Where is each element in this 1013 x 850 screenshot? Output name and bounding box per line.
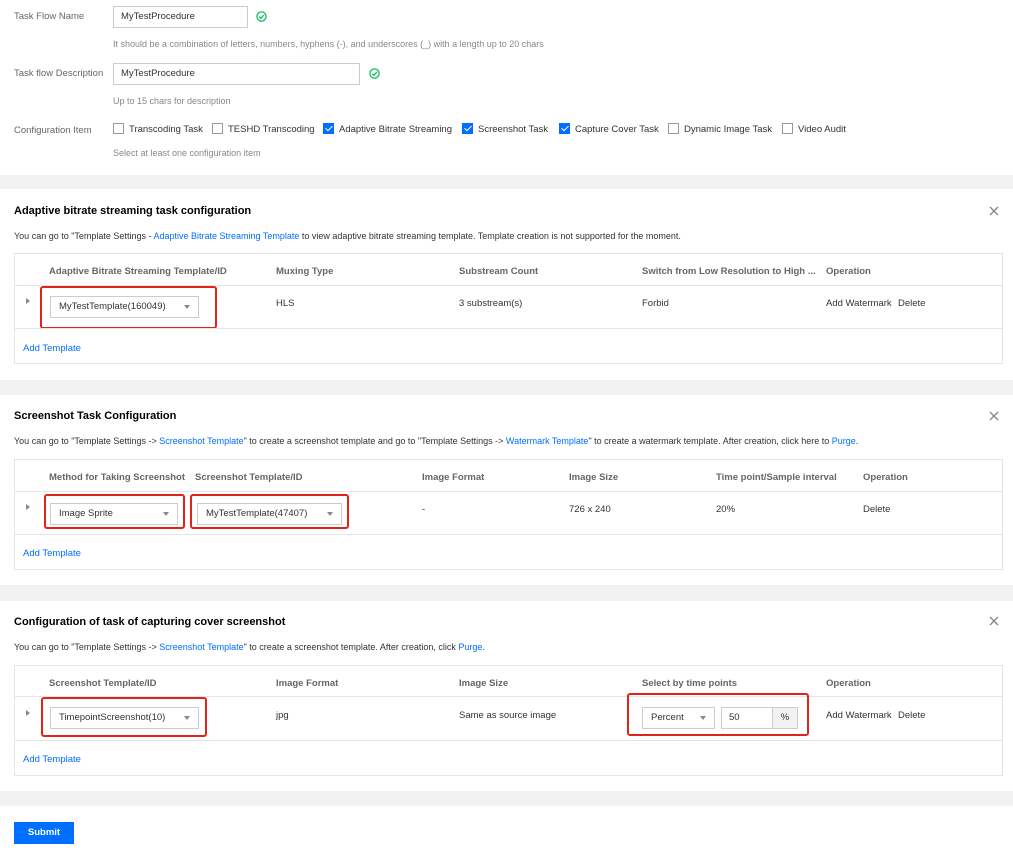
task-flow-name-label: Task Flow Name: [14, 11, 85, 22]
add-template-link[interactable]: Add Template: [23, 548, 81, 559]
delete-link[interactable]: Delete: [898, 298, 925, 309]
delete-link[interactable]: Delete: [863, 504, 890, 515]
watermark-template-link[interactable]: Watermark Template: [506, 436, 589, 446]
checkbox-box[interactable]: [113, 123, 124, 134]
purge-link[interactable]: Purge: [458, 642, 482, 652]
task-flow-name-input[interactable]: MyTestProcedure: [113, 6, 248, 28]
column-header: Switch from Low Resolution to High ...: [642, 266, 816, 277]
close-icon[interactable]: [988, 410, 1000, 422]
screenshot-template-link[interactable]: Screenshot Template: [159, 436, 243, 446]
checkbox-video-audit[interactable]: Video Audit: [782, 123, 846, 137]
image-size-value: 726 x 240: [569, 504, 611, 515]
column-header: Adaptive Bitrate Streaming Template/ID: [49, 266, 227, 277]
add-template-link[interactable]: Add Template: [23, 754, 81, 765]
checkbox-box-checked[interactable]: [559, 123, 570, 134]
column-header: Operation: [863, 472, 908, 483]
screenshot-template-link[interactable]: Screenshot Template: [159, 642, 243, 652]
checkbox-adaptive-bitrate-streaming[interactable]: Adaptive Bitrate Streaming: [323, 123, 452, 137]
adaptive-bitrate-panel: Adaptive bitrate streaming task configur…: [0, 189, 1013, 380]
checkbox-transcoding-task[interactable]: Transcoding Task: [113, 123, 203, 137]
column-header: Screenshot Template/ID: [195, 472, 303, 483]
description-label: Task flow Description: [14, 68, 104, 79]
column-header: Image Format: [422, 472, 485, 483]
abs-table: Adaptive Bitrate Streaming Template/ID M…: [14, 253, 1003, 364]
submit-button[interactable]: Submit: [14, 822, 74, 844]
add-watermark-link[interactable]: Add Watermark: [826, 710, 892, 721]
sample-interval-value: 20%: [716, 504, 736, 515]
highlight-box: [44, 494, 185, 529]
panel-description: You can go to "Template Settings -> Scre…: [14, 642, 485, 652]
column-header: Time point/Sample interval: [716, 472, 837, 483]
check-circle-icon: [369, 68, 380, 79]
description-input[interactable]: MyTestProcedure: [113, 63, 360, 85]
add-template-link[interactable]: Add Template: [23, 343, 81, 354]
check-circle-icon: [256, 11, 267, 22]
column-header: Image Size: [569, 472, 619, 483]
checkbox-box-checked[interactable]: [462, 123, 473, 134]
panel-title: Adaptive bitrate streaming task configur…: [14, 205, 252, 217]
expand-arrow-icon[interactable]: [26, 504, 30, 510]
divider: [15, 534, 1002, 535]
description-hint: Up to 15 chars for description: [113, 96, 231, 106]
checkbox-box-checked[interactable]: [323, 123, 334, 134]
muxing-type-value: HLS: [276, 298, 295, 309]
column-header: Operation: [826, 678, 871, 689]
divider: [15, 491, 1002, 492]
divider: [15, 740, 1002, 741]
panel-title: Configuration of task of capturing cover…: [14, 616, 286, 628]
image-format-value: -: [422, 504, 426, 515]
panel-description: You can go to "Template Settings -> Scre…: [14, 436, 859, 446]
column-header: Muxing Type: [276, 266, 334, 277]
config-item-hint: Select at least one configuration item: [113, 148, 261, 158]
panel-description: You can go to "Template Settings - Adapt…: [14, 231, 681, 241]
highlight-box: [627, 693, 809, 736]
checkbox-capture-cover-task[interactable]: Capture Cover Task: [559, 123, 659, 137]
highlight-box: [40, 286, 217, 329]
column-header: Screenshot Template/ID: [49, 678, 157, 689]
screenshot-panel: Screenshot Task Configuration You can go…: [0, 395, 1013, 585]
checkbox-screenshot-task[interactable]: Screenshot Task: [462, 123, 548, 137]
image-size-value: Same as source image: [459, 710, 557, 721]
column-header: Operation: [826, 266, 871, 277]
column-header: Image Size: [459, 678, 509, 689]
delete-link[interactable]: Delete: [898, 710, 925, 721]
cover-table: Screenshot Template/ID Image Format Imag…: [14, 665, 1003, 776]
footer-bar: [0, 806, 1013, 850]
image-format-value: jpg: [276, 710, 289, 721]
column-header: Select by time points: [642, 678, 738, 689]
column-header: Method for Taking Screenshot: [49, 472, 186, 483]
checkbox-box[interactable]: [212, 123, 223, 134]
substream-count-value: 3 substream(s): [459, 298, 523, 309]
expand-arrow-icon[interactable]: [26, 710, 30, 716]
purge-link[interactable]: Purge: [832, 436, 856, 446]
checkbox-teshd-transcoding[interactable]: TESHD Transcoding: [212, 123, 315, 137]
checkbox-box[interactable]: [668, 123, 679, 134]
panel-title: Screenshot Task Configuration: [14, 410, 177, 422]
checkbox-box[interactable]: [782, 123, 793, 134]
abs-template-link[interactable]: Adaptive Bitrate Streaming Template: [153, 231, 299, 241]
checkbox-dynamic-image-task[interactable]: Dynamic Image Task: [668, 123, 772, 137]
config-item-label: Configuration Item: [14, 125, 92, 136]
highlight-box: [190, 494, 349, 529]
cover-screenshot-panel: Configuration of task of capturing cover…: [0, 601, 1013, 791]
divider: [15, 328, 1002, 329]
close-icon[interactable]: [988, 615, 1000, 627]
add-watermark-link[interactable]: Add Watermark: [826, 298, 892, 309]
switch-value: Forbid: [642, 298, 669, 309]
column-header: Image Format: [276, 678, 339, 689]
screenshot-table: Method for Taking Screenshot Screenshot …: [14, 459, 1003, 570]
highlight-box: [41, 697, 207, 737]
expand-arrow-icon[interactable]: [26, 298, 30, 304]
basic-info-panel: Task Flow Name MyTestProcedure It should…: [0, 0, 1013, 175]
task-flow-name-hint: It should be a combination of letters, n…: [113, 39, 544, 49]
column-header: Substream Count: [459, 266, 539, 277]
close-icon[interactable]: [988, 205, 1000, 217]
